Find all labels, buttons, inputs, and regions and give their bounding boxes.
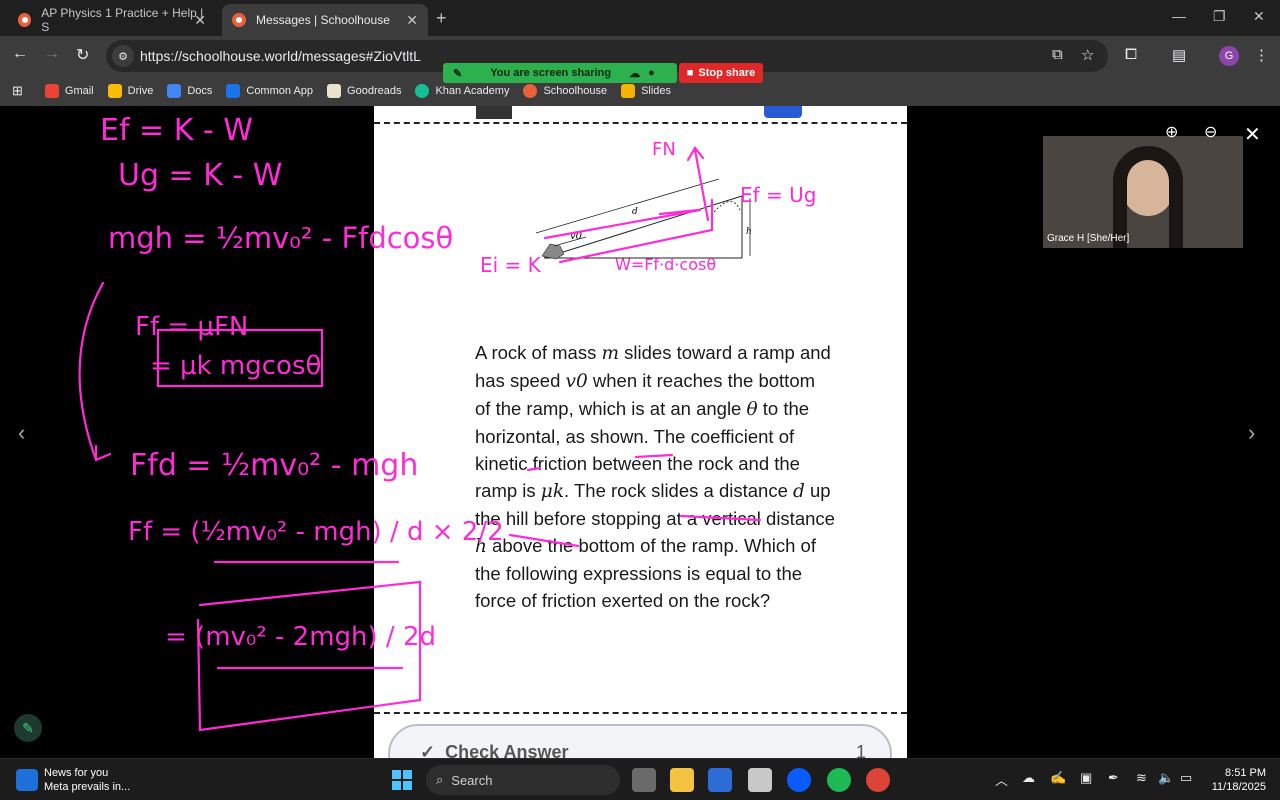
- bookmark-star-icon[interactable]: ☆: [1081, 46, 1094, 64]
- volume-icon[interactable]: 🔈: [1158, 770, 1174, 786]
- zoom-out-icon[interactable]: ⊖: [1204, 122, 1217, 142]
- site-settings-icon[interactable]: ⚙: [112, 45, 134, 67]
- minimize-icon[interactable]: —: [1172, 8, 1186, 24]
- bookmark-goodreads[interactable]: Goodreads: [327, 84, 401, 98]
- taskbar-clock[interactable]: 8:51 PM 11/18/2025: [1206, 766, 1266, 794]
- tab-strip: AP Physics 1 Practice + Help | S ✕ Messa…: [0, 0, 1280, 36]
- search-icon: ⌕: [436, 772, 444, 787]
- rock-shape: [541, 243, 565, 260]
- profile-avatar[interactable]: G: [1219, 46, 1239, 66]
- news-widget[interactable]: News for you Meta prevails in...: [16, 766, 130, 794]
- drive-icon: [107, 84, 122, 98]
- url-text: https://schoolhouse.world/messages#ZioVt…: [140, 48, 421, 64]
- question-page: v0 d h A rock of mass m slides toward a …: [374, 106, 907, 758]
- restore-icon[interactable]: ❐: [1213, 8, 1226, 25]
- shield-icon: ●: [648, 67, 655, 79]
- install-app-icon[interactable]: ⧉: [1052, 46, 1063, 63]
- check-answer-button[interactable]: ✓ Check Answer 1: [388, 724, 892, 758]
- back-icon[interactable]: ←: [12, 45, 28, 63]
- docs-icon: [167, 84, 182, 98]
- bookmark-common-app[interactable]: Common App: [226, 84, 313, 98]
- schoolhouse-icon: [232, 13, 246, 27]
- store-icon[interactable]: [708, 768, 732, 792]
- bookmark-drive[interactable]: Drive: [107, 84, 153, 98]
- forward-icon[interactable]: →: [44, 45, 60, 63]
- bookmark-khan-academy[interactable]: Khan Academy: [415, 84, 509, 98]
- close-video-icon[interactable]: ✕: [1244, 122, 1261, 147]
- taskbar-search[interactable]: ⌕ Search: [426, 765, 620, 795]
- bookmark-slides[interactable]: Slides: [621, 84, 671, 98]
- common-app-icon: [226, 84, 241, 98]
- slides-icon: [621, 84, 636, 98]
- wifi-icon[interactable]: ≋: [1136, 770, 1147, 786]
- goodreads-icon: [327, 84, 342, 98]
- display-icon[interactable]: ▣: [1080, 770, 1092, 786]
- schoolhouse-icon: [523, 84, 538, 98]
- schoolhouse-icon: [18, 13, 32, 27]
- next-arrow-icon[interactable]: ›: [1248, 420, 1255, 446]
- d-label: d: [632, 207, 638, 217]
- file-explorer-icon[interactable]: [670, 768, 694, 792]
- spotify-icon[interactable]: [827, 768, 851, 792]
- ramp-diagram: v0 d h: [535, 178, 752, 260]
- chrome-icon[interactable]: [866, 768, 890, 792]
- extensions-icon[interactable]: ⧠: [1125, 46, 1137, 63]
- attempt-count: 1: [855, 742, 866, 758]
- close-tab-icon[interactable]: ✕: [194, 12, 206, 29]
- divider: [374, 712, 907, 714]
- annotate-pen-button[interactable]: ✎: [14, 714, 42, 742]
- screen-share-status: ✎ You are screen sharing ☁ ●: [443, 63, 677, 83]
- zoom-app-icon[interactable]: [787, 768, 811, 792]
- stop-share-button[interactable]: ■ Stop share: [679, 63, 763, 83]
- check-icon: ✓: [420, 742, 436, 758]
- tab-ap-physics[interactable]: AP Physics 1 Practice + Help | S ✕: [8, 4, 216, 36]
- menu-icon[interactable]: ⋮: [1254, 46, 1269, 64]
- cloud-icon: ☁: [629, 67, 641, 80]
- khan-academy-icon: [415, 84, 430, 98]
- photos-icon[interactable]: [748, 768, 772, 792]
- tab-title: AP Physics 1 Practice + Help | S: [41, 6, 204, 34]
- v0-label: v0: [570, 231, 583, 242]
- pen-icon[interactable]: ✒: [1108, 770, 1119, 786]
- gmail-icon: [44, 84, 59, 98]
- participant-video[interactable]: Grace H [She/Her]: [1043, 136, 1243, 248]
- bookmark-docs[interactable]: Docs: [167, 84, 212, 98]
- tab-messages[interactable]: Messages | Schoolhouse ✕: [222, 4, 428, 36]
- question-text: A rock of mass m slides toward a ramp an…: [475, 342, 835, 611]
- close-tab-icon[interactable]: ✕: [406, 12, 418, 29]
- reading-mode-icon[interactable]: ▤: [1172, 46, 1186, 64]
- h-label: h: [746, 227, 752, 237]
- previous-arrow-icon[interactable]: ‹: [18, 420, 25, 446]
- bookmark-gmail[interactable]: Gmail: [44, 84, 94, 98]
- show-hidden-icons[interactable]: ︿: [995, 770, 1008, 789]
- pin-icon[interactable]: ✎: [453, 67, 462, 80]
- bookmark-schoolhouse[interactable]: Schoolhouse: [523, 84, 607, 98]
- windows-start-icon[interactable]: [391, 769, 413, 791]
- news-icon: [16, 769, 38, 791]
- new-tab-icon[interactable]: +: [436, 8, 447, 29]
- participant-name: Grace H [She/Her]: [1047, 233, 1130, 244]
- apps-grid-icon[interactable]: ⊞: [12, 83, 23, 99]
- window-close-icon[interactable]: ✕: [1253, 8, 1265, 25]
- reload-icon[interactable]: ↻: [76, 45, 89, 65]
- tab-title: Messages | Schoolhouse: [256, 13, 390, 27]
- battery-icon[interactable]: ▭: [1180, 770, 1192, 786]
- onedrive-icon[interactable]: ☁: [1022, 770, 1035, 786]
- pen-menu-icon[interactable]: ✍: [1050, 770, 1066, 786]
- task-view-icon[interactable]: [632, 768, 656, 792]
- stop-icon: ■: [686, 67, 694, 79]
- zoom-in-icon[interactable]: ⊕: [1165, 122, 1178, 142]
